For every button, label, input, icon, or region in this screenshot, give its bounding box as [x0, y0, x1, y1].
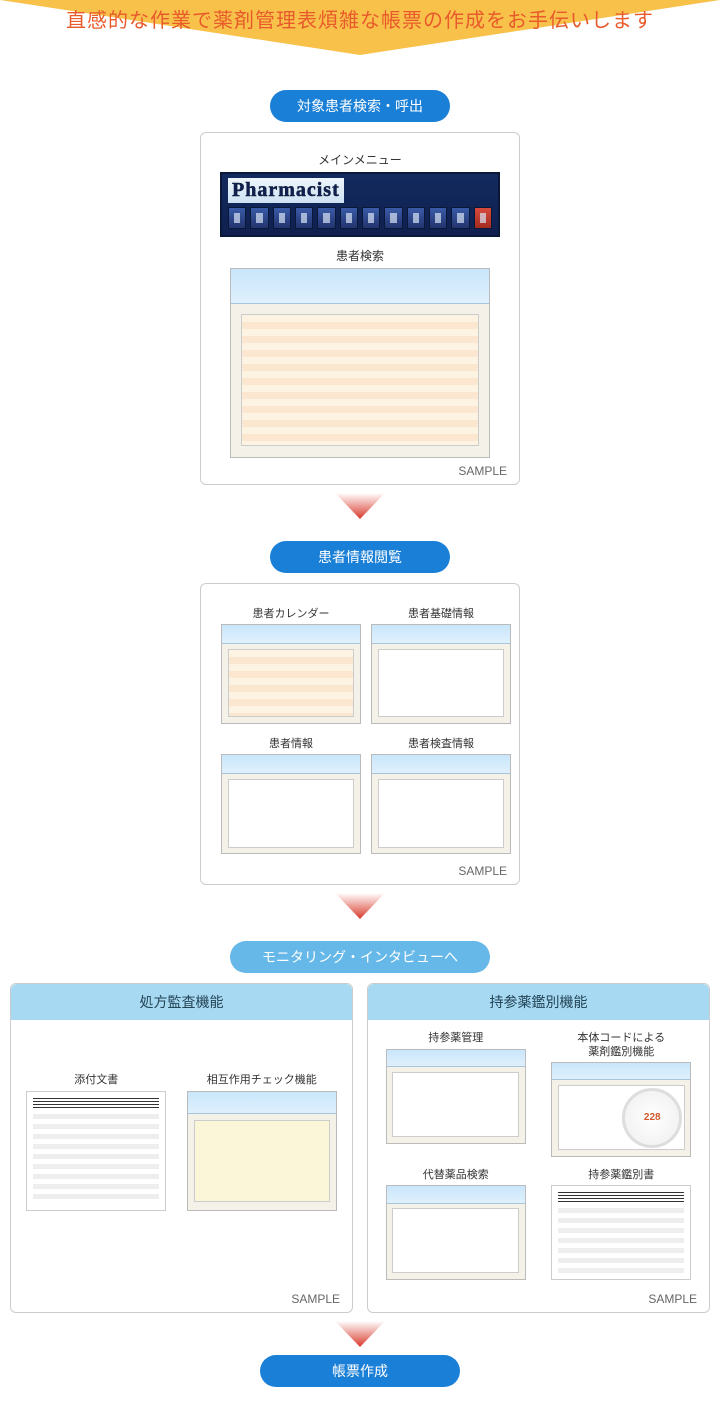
screenshot-patient-info — [221, 754, 361, 854]
label-calendar: 患者カレンダー — [253, 608, 330, 621]
headline-arrow: 直感的な作業で薬剤管理表煩雑な帳票の作成をお手伝いします — [0, 0, 720, 70]
flow-arrow-icon — [330, 491, 390, 521]
flow-arrow-icon — [330, 891, 390, 921]
screenshot-patient-search — [230, 268, 490, 458]
label-main-menu: メインメニュー — [211, 151, 509, 168]
screenshot-brought-manage — [386, 1049, 526, 1144]
label-basic-info: 患者基礎情報 — [408, 608, 474, 621]
cell-basic-info: 患者基礎情報 — [371, 602, 511, 724]
screenshot-interaction-check — [187, 1091, 337, 1211]
screenshot-alt-search — [386, 1185, 526, 1280]
card-prescription-audit: 処方監査機能 添付文書 相互作用チェック機能 SAMPLE — [10, 983, 353, 1313]
header-prescription-audit: 処方監査機能 — [11, 984, 352, 1020]
sample-badge: SAMPLE — [458, 864, 507, 878]
screenshot-brought-report — [551, 1185, 691, 1280]
toolbar-icon — [340, 207, 358, 229]
toolbar-icon — [451, 207, 469, 229]
toolbar-icon — [250, 207, 268, 229]
label-bycode: 本体コードによる 薬剤鑑別機能 — [577, 1032, 665, 1058]
flow-arrow-icon — [330, 1319, 390, 1349]
screenshot-bycode: 228 — [551, 1062, 691, 1157]
label-alt-search: 代替薬品検索 — [423, 1169, 489, 1182]
sample-badge: SAMPLE — [291, 1292, 340, 1306]
toolbar-icon — [384, 207, 402, 229]
headline-text: 直感的な作業で薬剤管理表煩雑な帳票の作成をお手伝いします — [0, 4, 720, 33]
toolbar-icon — [362, 207, 380, 229]
cell-calendar: 患者カレンダー — [221, 602, 361, 724]
label-exam-info: 患者検査情報 — [408, 738, 474, 751]
sample-badge: SAMPLE — [648, 1292, 697, 1306]
dual-section: 処方監査機能 添付文書 相互作用チェック機能 SAMPLE 持参薬鑑別機能 持参… — [0, 983, 720, 1313]
toolbar-icon — [228, 207, 246, 229]
label-attached-doc: 添付文書 — [74, 1074, 118, 1087]
card-brought-drug-id: 持参薬鑑別機能 持参薬管理 本体コードによる 薬剤鑑別機能 228 代替薬品検索… — [367, 983, 710, 1313]
toolbar-icons — [228, 207, 492, 229]
label-brought-report: 持参薬鑑別書 — [588, 1169, 654, 1182]
screenshot-calendar — [221, 624, 361, 724]
screenshot-main-menu: Pharmacist — [220, 172, 500, 237]
step-pill-2: 患者情報閲覧 — [270, 541, 450, 573]
toolbar-icon — [295, 207, 313, 229]
sample-badge: SAMPLE — [458, 464, 507, 478]
label-patient-info: 患者情報 — [269, 738, 313, 751]
step-pill-1: 対象患者検索・呼出 — [270, 90, 450, 122]
screenshot-exam-info — [371, 754, 511, 854]
cell-exam-info: 患者検査情報 — [371, 732, 511, 854]
screenshot-attached-doc — [26, 1091, 166, 1211]
toolbar-close-icon — [474, 207, 492, 229]
label-brought-manage: 持参薬管理 — [428, 1032, 483, 1045]
header-brought-drug-id: 持参薬鑑別機能 — [368, 984, 709, 1020]
toolbar-icon — [273, 207, 291, 229]
app-title: Pharmacist — [228, 178, 344, 203]
screenshot-basic-info — [371, 624, 511, 724]
cell-patient-info: 患者情報 — [221, 732, 361, 854]
toolbar-icon — [407, 207, 425, 229]
gauge-indicator: 228 — [622, 1088, 682, 1148]
gauge-value: 228 — [644, 1112, 661, 1123]
card-patient-info: 患者カレンダー 患者基礎情報 患者情報 患者検査情報 SAMPLE — [200, 583, 520, 885]
toolbar-icon — [429, 207, 447, 229]
label-patient-search: 患者検索 — [211, 247, 509, 264]
card-patient-search: メインメニュー Pharmacist 患者検索 SAMPLE — [200, 132, 520, 485]
step-pill-3: モニタリング・インタビューへ — [230, 941, 490, 973]
toolbar-icon — [317, 207, 335, 229]
label-interaction-check: 相互作用チェック機能 — [207, 1074, 317, 1087]
